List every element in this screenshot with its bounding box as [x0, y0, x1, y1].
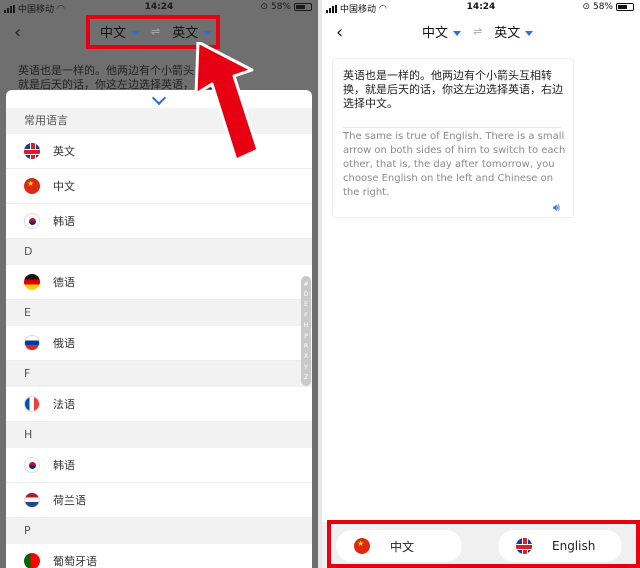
battery-percent: 58% [270, 2, 291, 12]
language-picker-sheet: 常用语言 英文 中文 韩语 D 德语 E 俄语 F 法语 H 韩语 荷兰语 P … [6, 90, 312, 568]
language-item-english[interactable]: 英文 [6, 134, 312, 169]
index-letter[interactable]: E [304, 301, 308, 308]
language-label: 英文 [53, 145, 75, 158]
collapse-chevron-icon[interactable] [151, 90, 167, 106]
language-item-russian[interactable]: 俄语 [6, 326, 312, 361]
dropdown-caret-icon [453, 31, 462, 36]
portugal-flag-icon [24, 553, 40, 568]
language-item-chinese[interactable]: 中文 [6, 169, 312, 204]
section-header: D [6, 239, 312, 265]
index-letter[interactable]: P [304, 333, 308, 340]
index-letter[interactable]: R [304, 343, 308, 350]
section-header: H [6, 422, 312, 448]
language-item-german[interactable]: 德语 [6, 265, 312, 300]
language-label: 德语 [53, 276, 75, 289]
language-item-portuguese[interactable]: 葡萄牙语 [6, 544, 312, 568]
screenshot-root: 中国移动 ◠ 14:24 ⊙ 58% ‹ 中文 ⇌ 英文 英语也是一样的。他两边… [0, 0, 640, 568]
section-header: P [6, 518, 312, 544]
index-letter[interactable]: X [304, 353, 308, 360]
language-label: 法语 [53, 398, 75, 411]
battery-icon [294, 3, 312, 11]
language-item-dutch[interactable]: 荷兰语 [6, 483, 312, 518]
language-switcher: 中文 ⇌ 英文 [422, 22, 534, 41]
index-letter[interactable]: Y [304, 364, 308, 371]
left-phone-screen: 中国移动 ◠ 14:24 ⊙ 58% ‹ 中文 ⇌ 英文 英语也是一样的。他两边… [0, 0, 318, 568]
korea-flag-icon [24, 213, 40, 229]
language-item-french[interactable]: 法语 [6, 387, 312, 422]
index-letter[interactable]: F [304, 312, 307, 319]
status-bar: 中国移动 ◠ 14:24 ⊙ 58% [322, 0, 640, 16]
france-flag-icon [24, 396, 40, 412]
index-letter[interactable]: H [304, 322, 309, 329]
source-text[interactable]: 英语也是一样的。他两边有个小箭头互相转换，就是后天的话，你这左边选择英语，右边选… [343, 69, 567, 111]
target-language-button[interactable]: 英文 [494, 22, 534, 41]
index-letter[interactable]: Z [304, 374, 308, 381]
language-label: 韩语 [53, 459, 75, 472]
lock-icon: ⊙ [582, 2, 590, 12]
section-header: F [6, 361, 312, 387]
language-label: 荷兰语 [53, 494, 86, 507]
language-label: 中文 [53, 180, 75, 193]
back-icon[interactable]: ‹ [336, 22, 343, 43]
index-letter[interactable]: # [303, 281, 308, 288]
target-language-label: 英文 [494, 26, 521, 41]
speaker-icon[interactable]: 🔊︎ [553, 201, 560, 215]
language-item-korean[interactable]: 韩语 [6, 204, 312, 239]
section-header: E [6, 300, 312, 326]
language-label: 葡萄牙语 [53, 555, 97, 568]
nav-bar: ‹ 中文 ⇌ 英文 [322, 18, 640, 48]
china-flag-icon [24, 178, 40, 194]
germany-flag-icon [24, 274, 40, 290]
index-letter[interactable]: D [304, 291, 309, 298]
source-language-label: 中文 [422, 26, 449, 41]
korea-flag-icon [24, 457, 40, 473]
language-list: 常用语言 英文 中文 韩语 D 德语 E 俄语 F 法语 H 韩语 荷兰语 P … [6, 108, 312, 568]
lock-icon: ⊙ [260, 2, 268, 12]
dropdown-caret-icon [525, 31, 534, 36]
battery-percent: 58% [592, 2, 613, 12]
battery-icon [616, 3, 634, 11]
alphabet-index-bar[interactable]: # D E F H P R X Y Z [301, 276, 311, 386]
highlight-box-bottom-bar [327, 520, 640, 568]
swap-icon[interactable]: ⇌ [473, 25, 482, 38]
uk-flag-icon [24, 143, 40, 159]
netherlands-flag-icon [24, 492, 40, 508]
language-label: 韩语 [53, 215, 75, 228]
language-item-korean-h[interactable]: 韩语 [6, 448, 312, 483]
russia-flag-icon [24, 335, 40, 351]
language-label: 俄语 [53, 337, 75, 350]
red-pointer-arrow-icon [194, 42, 260, 160]
section-header: 常用语言 [6, 108, 312, 134]
right-phone-screen: 中国移动 ◠ 14:24 ⊙ 58% ‹ 中文 ⇌ 英文 英语也是一样的。他两边… [322, 0, 640, 568]
status-bar: 中国移动 ◠ 14:24 ⊙ 58% [0, 0, 318, 16]
translation-result-card: 英语也是一样的。他两边有个小箭头互相转换，就是后天的话，你这左边选择英语，右边选… [332, 58, 574, 218]
result-divider [343, 127, 561, 128]
source-language-button[interactable]: 中文 [422, 22, 462, 41]
back-icon[interactable]: ‹ [14, 22, 21, 43]
translated-text[interactable]: The same is true of English. There is a … [343, 130, 567, 200]
